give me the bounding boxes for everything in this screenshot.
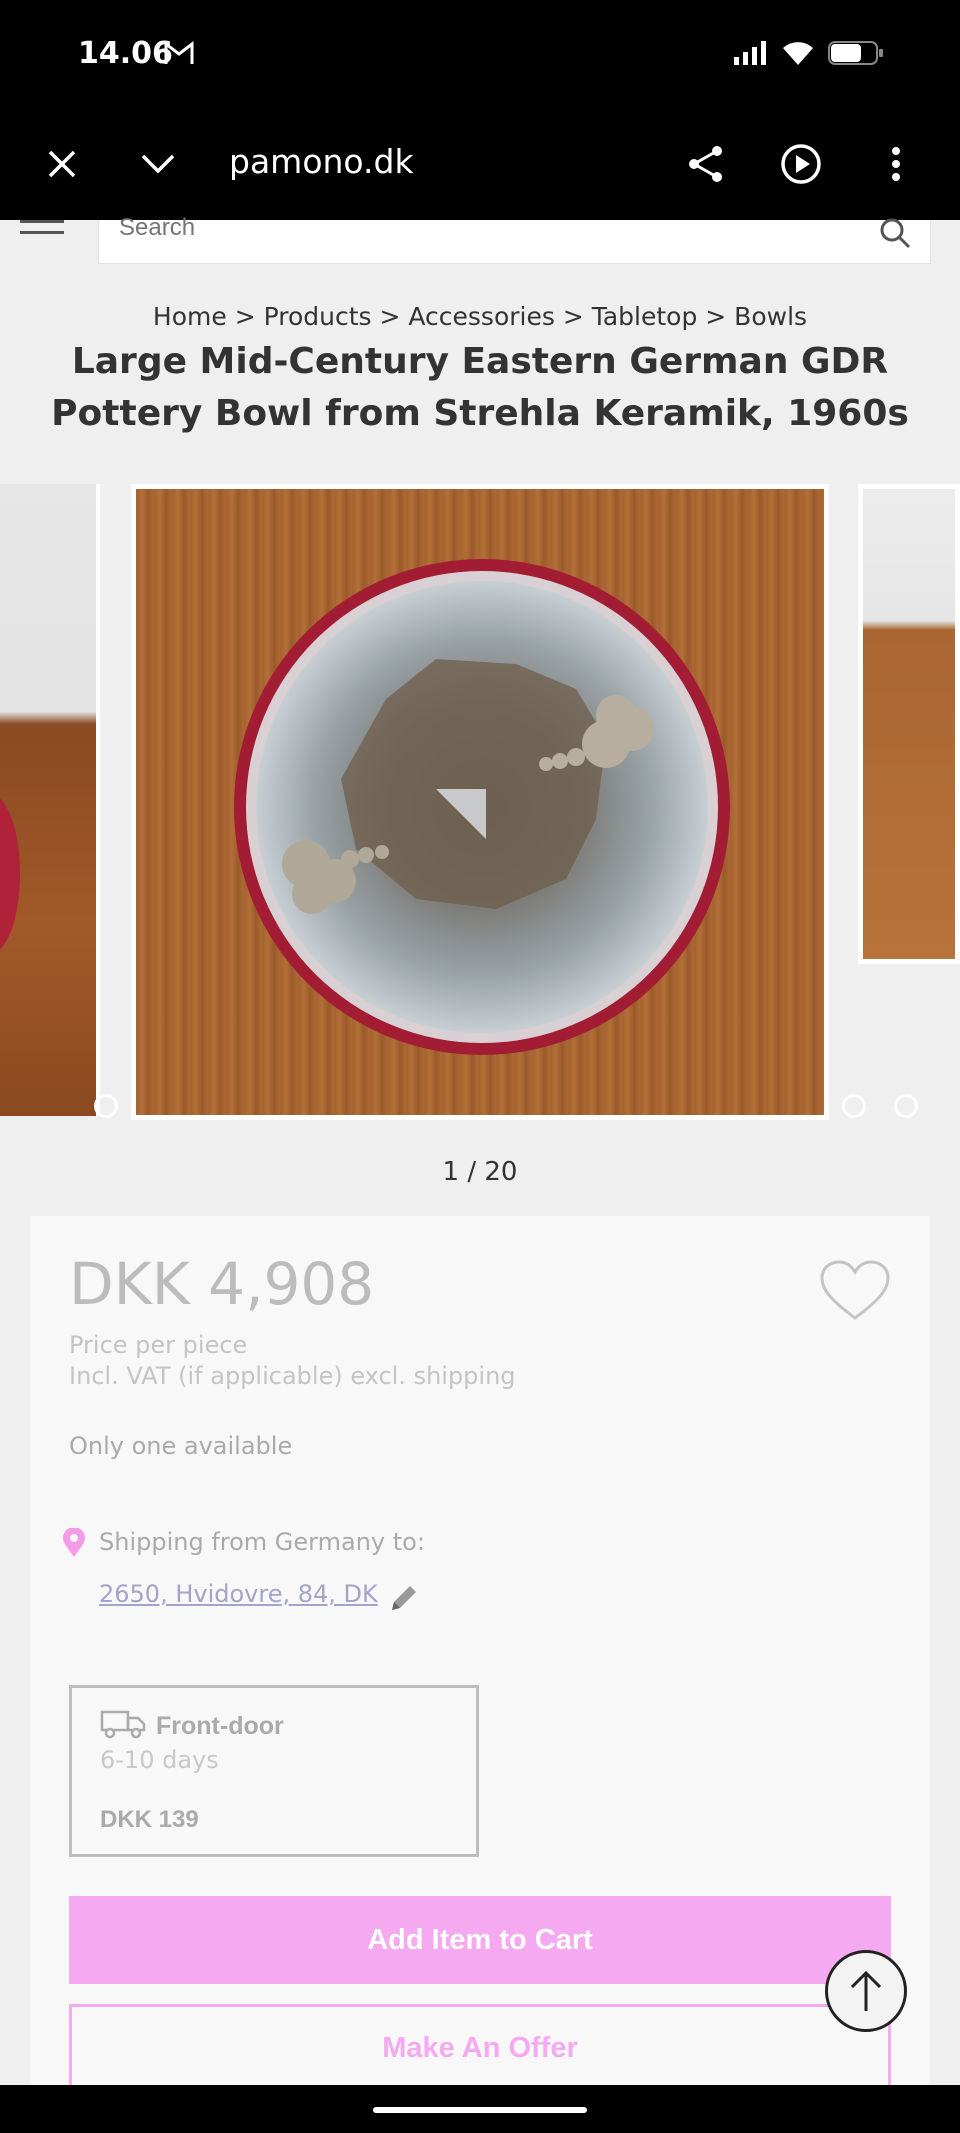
delivery-price: DKK 139 [100,1806,199,1833]
search-bar[interactable] [98,214,931,264]
shipping-address-link[interactable]: 2650, Hvidovre, 84, DK [99,1580,378,1608]
url-text[interactable]: pamono.dk [229,142,414,181]
main-image[interactable] [131,484,829,1120]
menu-line [20,220,64,223]
share-icon [689,146,722,182]
search-input[interactable] [119,214,859,242]
image-gallery[interactable] [0,484,960,1120]
delivery-type: Front-door [156,1712,284,1740]
price-per: Price per piece [69,1331,248,1359]
next-photo [863,489,955,959]
delivery-option[interactable]: Front-door 6-10 days DKK 139 [69,1685,479,1857]
shipping-label: Shipping from Germany to: [99,1528,425,1556]
location-pin-icon [63,1528,85,1557]
wifi-icon [783,42,813,65]
delivery-days: 6-10 days [100,1746,219,1774]
home-gesture-handle[interactable] [373,2107,587,2113]
bowl-photo [136,489,824,1115]
truck-icon [100,1710,146,1739]
arrow-up-icon [850,1970,882,2011]
status-time: 14.06 [78,36,173,71]
next-image[interactable] [858,484,960,964]
system-nav-bar [0,2085,960,2133]
more-icon [892,147,900,181]
carousel-dot[interactable] [842,1094,866,1118]
menu-line [20,231,64,234]
product-title: Large Mid-Century Eastern German GDR Pot… [51,341,909,434]
close-icon [48,150,76,178]
gmail-icon [164,40,194,64]
minimize-button[interactable] [132,138,184,190]
status-icons [734,40,884,66]
more-options-button[interactable] [870,138,922,190]
price: DKK 4,908 [69,1250,375,1318]
chevron-down-icon [141,154,175,174]
browser-toolbar: pamono.dk [0,108,960,220]
image-counter: 1 / 20 [442,1157,518,1187]
carousel-dot[interactable] [894,1094,918,1118]
price-note: Price per piece Incl. VAT (if applicable… [69,1330,516,1392]
price-vat: Incl. VAT (if applicable) excl. shipping [69,1362,516,1390]
breadcrumb[interactable]: Home > Products > Accessories > Tabletop… [0,302,960,331]
heart-icon[interactable] [820,1260,890,1322]
site-header [0,214,960,272]
status-bar: 14.06 [0,0,960,108]
close-tab-button[interactable] [36,138,88,190]
product-card: DKK 4,908 Price per piece Incl. VAT (if … [30,1216,930,2133]
add-to-cart-button[interactable]: Add Item to Cart [69,1896,891,1984]
search-icon[interactable] [878,216,912,250]
play-icon [781,144,821,184]
battery-icon [828,41,883,65]
media-button[interactable] [775,138,827,190]
signal-icon [734,41,766,65]
previous-photo [0,484,96,1116]
previous-image[interactable] [0,484,100,1116]
share-button[interactable] [680,138,732,190]
pencil-icon[interactable] [388,1582,420,1614]
carousel-dot[interactable] [94,1094,118,1118]
availability: Only one available [69,1432,293,1460]
scroll-to-top-button[interactable] [825,1950,907,2032]
menu-button[interactable] [20,220,68,250]
make-offer-button[interactable]: Make An Offer [69,2004,891,2092]
bowl-illustration [234,559,730,1055]
